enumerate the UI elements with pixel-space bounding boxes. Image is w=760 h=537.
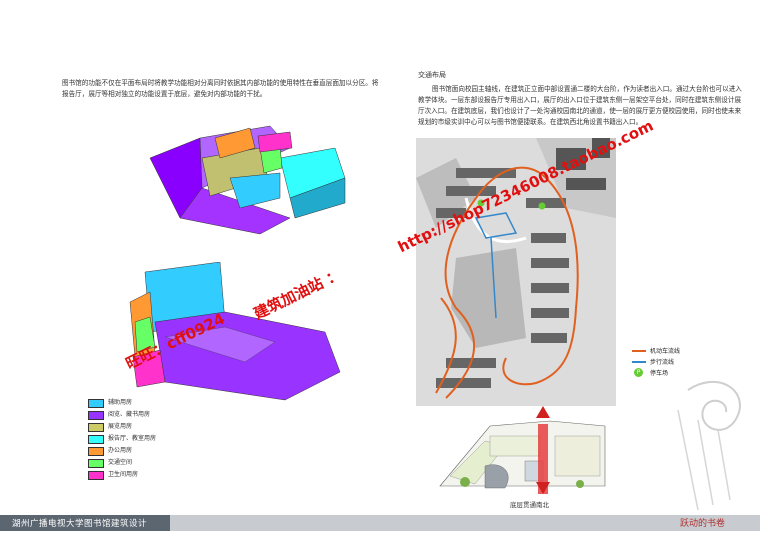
parking-icon: P	[634, 368, 643, 377]
legend-item: 辅助用房	[88, 398, 228, 408]
map-legend-label: 机动车流线	[650, 348, 681, 355]
legend-item: 阅览、藏书用房	[88, 410, 228, 420]
traffic-heading: 交通布局	[418, 71, 446, 79]
parking-icon	[538, 202, 546, 210]
legend-label: 交通空间	[108, 459, 133, 466]
legend-item: 报告厅、教室用房	[88, 434, 228, 444]
traffic-description: 图书馆面向校园主轴线，在建筑正立面中部设置通二楼的大台阶，作为读者出入口。通过大…	[418, 85, 742, 126]
legend-item: 交通空间	[88, 458, 228, 468]
function-description: 图书馆的功能不仅在平面布局时将教学功能相对分离同时依据其内部功能的使用特性在垂直…	[62, 79, 379, 98]
map-legend-item: 机动车流线	[632, 346, 722, 356]
site-map	[416, 138, 616, 406]
legend-label: 展览用房	[108, 423, 133, 430]
legend-swatch	[88, 411, 104, 420]
footer-title: 湖州广播电视大学图书馆建筑设计	[12, 519, 148, 529]
vehicle-route-line-icon	[632, 350, 646, 352]
floor-plan-caption: 底层贯通南北	[510, 501, 549, 509]
scroll-emblem	[677, 380, 741, 510]
legend-swatch	[88, 399, 104, 408]
map-legend-label: 停车场	[650, 370, 669, 377]
legend-label: 阅览、藏书用房	[108, 411, 151, 418]
legend-label: 报告厅、教室用房	[108, 435, 157, 442]
map-legend-label: 步行流线	[650, 359, 675, 366]
map-legend-item: 步行流线	[632, 357, 722, 367]
legend-label: 卫生间用房	[108, 471, 139, 478]
legend-item: 办公用房	[88, 446, 228, 456]
footer-brand: 跃动的书卷	[680, 519, 726, 529]
legend-swatch	[88, 447, 104, 456]
legend-swatch	[88, 459, 104, 468]
legend-label: 办公用房	[108, 447, 133, 454]
legend-swatch	[88, 423, 104, 432]
legend-item: 展览用房	[88, 422, 228, 432]
legend-label: 辅助用房	[108, 399, 133, 406]
legend-swatch	[88, 471, 104, 480]
pedestrian-route-line-icon	[632, 361, 646, 363]
legend-item: 卫生间用房	[88, 470, 228, 480]
massing-diagram-top	[149, 125, 346, 235]
legend-swatch	[88, 435, 104, 444]
ground-floor-plan	[439, 406, 606, 494]
